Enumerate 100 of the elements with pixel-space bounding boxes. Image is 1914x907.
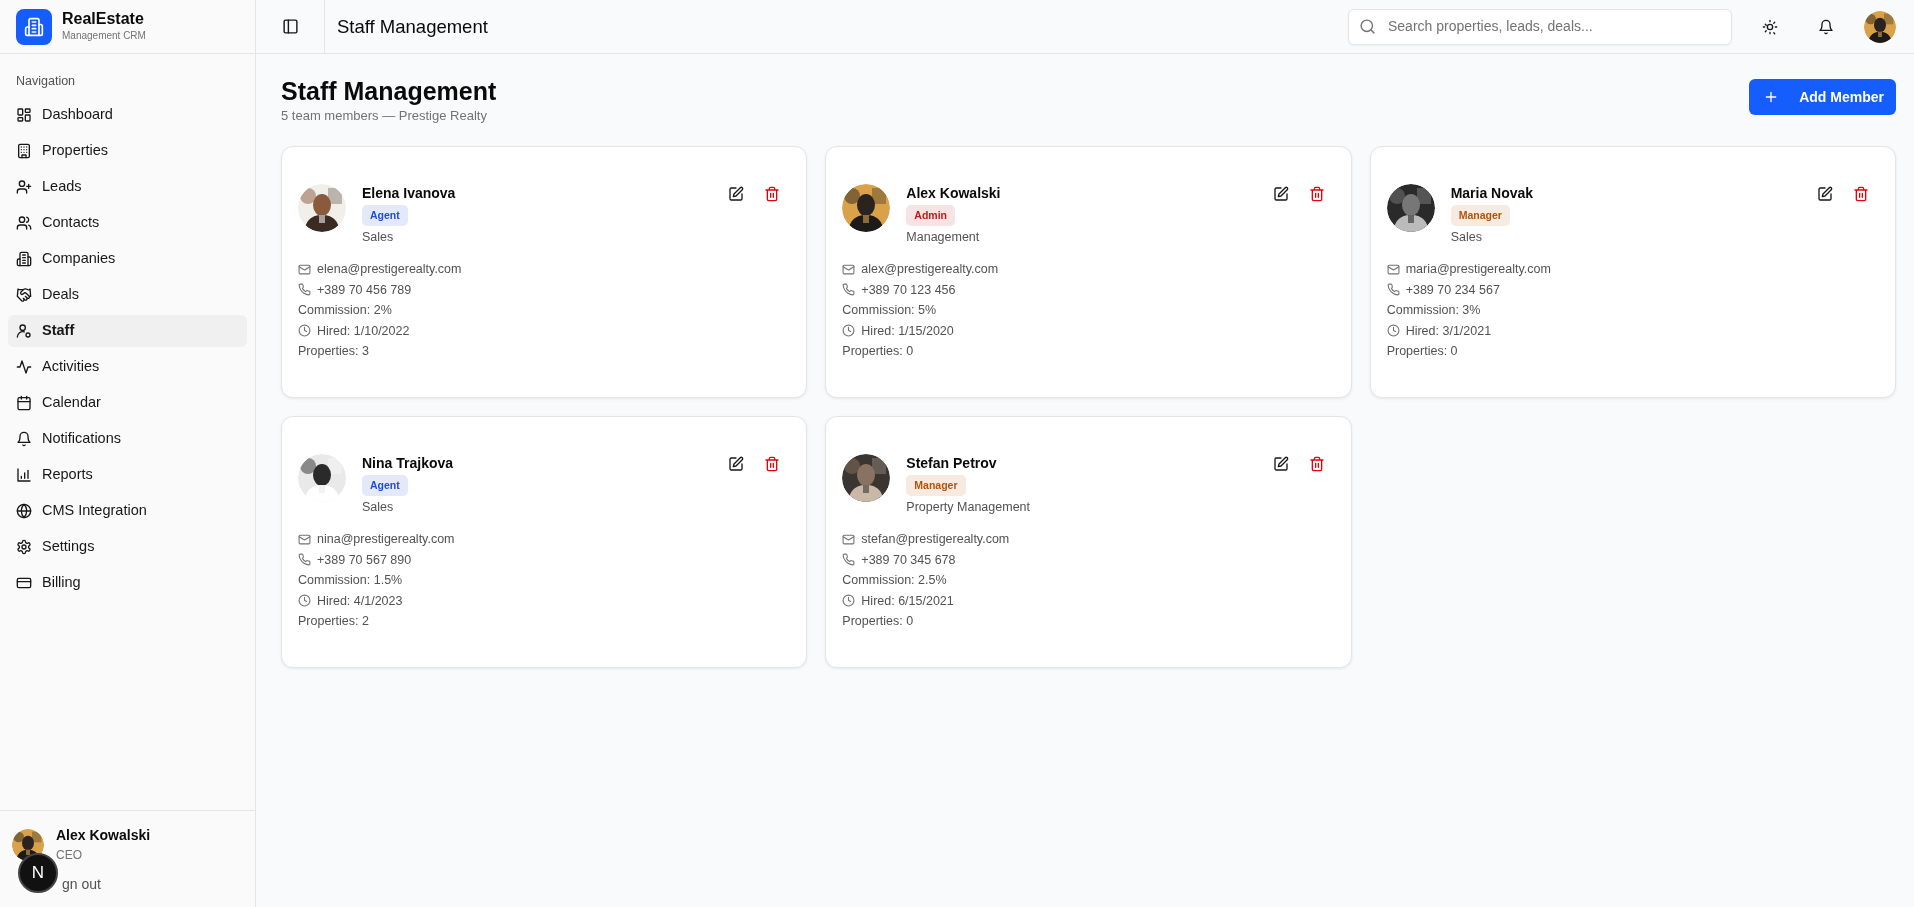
- globe-icon: [16, 502, 32, 519]
- detail-text: Commission: 3%: [1386, 302, 1481, 320]
- detail-text: +389 70 123 456: [861, 281, 956, 299]
- sidebar-item[interactable]: Companies: [8, 242, 247, 275]
- sidebar-item[interactable]: Deals: [8, 278, 247, 311]
- logo-icon: [16, 8, 52, 45]
- department-text: Management: [906, 229, 981, 247]
- handshake-icon: [16, 286, 32, 303]
- user-plus-icon: [16, 178, 32, 195]
- search-icon: [1359, 18, 1376, 35]
- member-name: Alex Kowalski: [906, 183, 1002, 202]
- member-name: Maria Novak: [1450, 183, 1535, 202]
- pencil-square-icon: [728, 455, 745, 472]
- brand-name: RealEstate: [62, 10, 145, 28]
- search-field[interactable]: Search properties, leads, deals...: [1348, 8, 1732, 45]
- detail-text: elena@prestigerealty.com: [317, 261, 462, 279]
- detail-text: +389 70 345 678: [861, 551, 956, 569]
- trash-icon: [764, 185, 781, 202]
- member-name: Nina Trajkova: [362, 453, 455, 472]
- role-tag: Manager: [906, 474, 966, 497]
- page-subtitle: 5 team members — Prestige Realty: [281, 107, 488, 125]
- sidebar-item[interactable]: Calendar: [8, 386, 247, 419]
- sign-out-link[interactable]: gn out: [62, 874, 101, 895]
- mail-icon: [842, 532, 856, 546]
- trash-icon: [764, 455, 781, 472]
- clock-icon: [842, 594, 856, 608]
- mail-icon: [1386, 262, 1400, 276]
- detail-text: +389 70 456 789: [317, 281, 412, 299]
- dashboard-icon: [16, 106, 32, 123]
- mail-icon: [842, 262, 856, 276]
- detail-text: Commission: 2%: [298, 302, 392, 320]
- sidebar-item[interactable]: Activities: [8, 350, 247, 383]
- user-role: CEO: [56, 847, 83, 864]
- user-name: Alex Kowalski: [56, 826, 151, 845]
- department-text: Sales: [362, 499, 395, 517]
- page-title: Staff Management: [281, 76, 497, 106]
- clock-icon: [1386, 324, 1400, 338]
- detail-text: Properties: 0: [842, 343, 914, 361]
- role-tag: Admin: [906, 204, 955, 227]
- detail-text: nina@prestigerealty.com: [317, 531, 455, 549]
- sidebar-item[interactable]: Staff: [8, 314, 247, 347]
- users-icon: [16, 214, 32, 231]
- bar-chart-icon: [16, 466, 32, 483]
- detail-text: alex@prestigerealty.com: [861, 261, 999, 279]
- brand-tagline: Management CRM: [62, 28, 146, 43]
- profile-button[interactable]: [1864, 10, 1896, 43]
- pencil-square-icon: [1272, 455, 1289, 472]
- building-icon: [16, 142, 32, 159]
- search-input[interactable]: Search properties, leads, deals...: [1386, 15, 1721, 38]
- sidebar-item[interactable]: Settings: [8, 530, 247, 563]
- trash-icon: [1308, 185, 1325, 202]
- department-text: Sales: [362, 229, 395, 247]
- clock-icon: [298, 594, 311, 608]
- trash-icon: [1308, 455, 1325, 472]
- clock-icon: [842, 324, 856, 338]
- detail-text: Hired: 1/15/2020: [861, 322, 954, 340]
- member-name: Stefan Petrov: [906, 453, 998, 472]
- sidebar-item[interactable]: Properties: [8, 134, 247, 167]
- detail-text: Properties: 0: [1386, 343, 1458, 361]
- clock-icon: [298, 324, 311, 338]
- detail-text: Commission: 2.5%: [842, 572, 947, 590]
- phone-icon: [298, 553, 311, 567]
- phone-icon: [842, 553, 856, 567]
- phone-icon: [1386, 283, 1400, 297]
- department-text: Sales: [1450, 229, 1483, 247]
- sidebar-item[interactable]: Reports: [8, 458, 247, 491]
- activity-icon: [16, 358, 32, 375]
- bell-icon: [16, 430, 32, 447]
- detail-text: Properties: 0: [842, 613, 914, 631]
- add-member-button[interactable]: Add Member: [1749, 79, 1896, 115]
- trash-icon: [1853, 185, 1869, 202]
- header-title: Staff Management: [337, 14, 488, 39]
- user-gear-icon: [16, 322, 32, 339]
- detail-text: Hired: 3/1/2021: [1405, 322, 1492, 340]
- detail-text: Hired: 1/10/2022: [317, 322, 410, 340]
- calendar-icon: [16, 394, 32, 411]
- member-name: Elena Ivanova: [362, 183, 457, 202]
- sidebar-item[interactable]: CMS Integration: [8, 494, 247, 527]
- role-tag: Agent: [362, 204, 408, 227]
- detail-text: Hired: 6/15/2021: [861, 592, 954, 610]
- sidebar-item[interactable]: Dashboard: [8, 98, 247, 131]
- sidebar-item[interactable]: Contacts: [8, 206, 247, 239]
- mail-icon: [298, 532, 311, 546]
- detail-text: maria@prestigerealty.com: [1405, 261, 1551, 279]
- pencil-square-icon: [1817, 185, 1833, 202]
- sidebar-item[interactable]: Notifications: [8, 422, 247, 455]
- sidebar-item[interactable]: Leads: [8, 170, 247, 203]
- bell-icon: [1818, 18, 1834, 35]
- settings-icon: [16, 538, 32, 555]
- detail-text: Commission: 5%: [842, 302, 937, 320]
- sidebar-item[interactable]: Billing: [8, 566, 247, 599]
- detail-text: Properties: 2: [298, 613, 369, 631]
- detail-text: Commission: 1.5%: [298, 572, 403, 590]
- pencil-square-icon: [1272, 185, 1289, 202]
- office-building-icon: [16, 250, 32, 267]
- detail-text: +389 70 567 890: [317, 551, 412, 569]
- detail-text: Properties: 3: [298, 343, 369, 361]
- mail-icon: [298, 262, 311, 276]
- detail-text: +389 70 234 567: [1405, 281, 1500, 299]
- detail-text: stefan@prestigerealty.com: [861, 531, 1010, 549]
